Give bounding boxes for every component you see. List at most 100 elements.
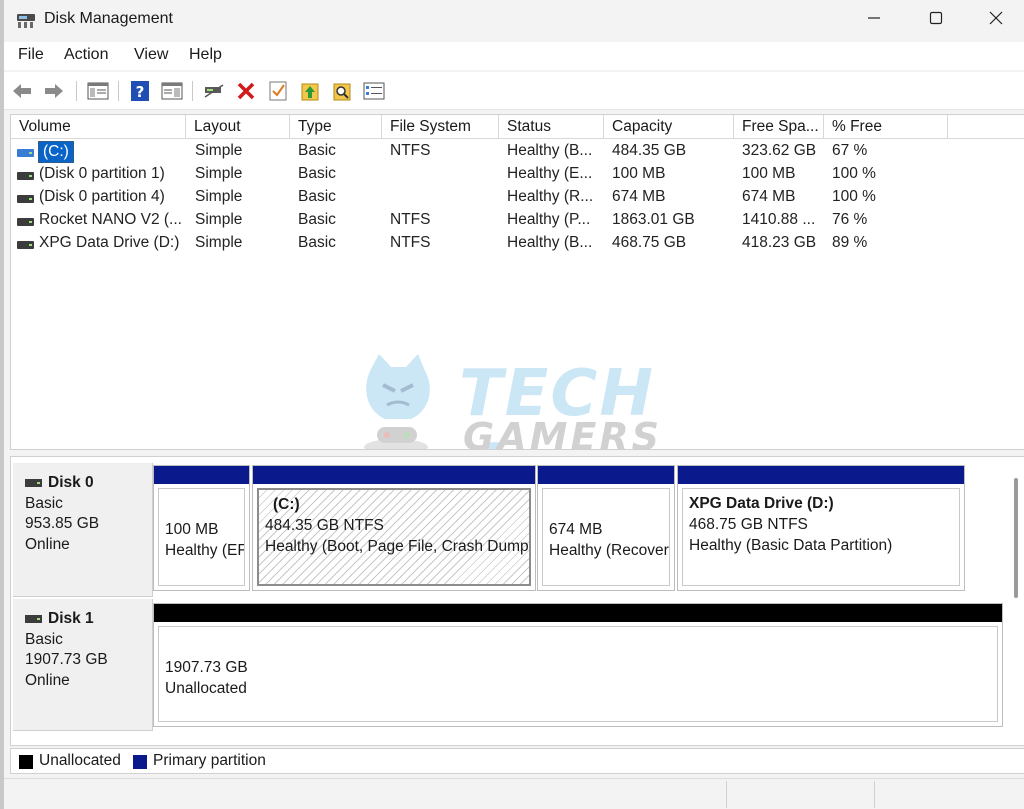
disk-1-name-row: Disk 1: [25, 609, 152, 630]
disk-0-name: Disk 0: [48, 474, 94, 491]
volume-type: Basic: [298, 234, 336, 251]
menu-help[interactable]: Help: [189, 46, 222, 64]
partition-size: 468.75 GB NTFS: [689, 516, 808, 533]
status-bar-divider: [874, 781, 875, 808]
toolbar-separator: [192, 81, 193, 101]
partition-body: 674 MB Healthy (Recovery Partition): [542, 488, 670, 586]
column-header-type[interactable]: Type: [290, 115, 382, 139]
toolbar-separator: [118, 81, 119, 101]
legend-swatch-unallocated: [19, 755, 33, 769]
volume-layout: Simple: [195, 142, 243, 159]
disk-layout-pane: Disk 0 Basic 953.85 GB Online 100 MB Hea…: [10, 456, 1024, 746]
column-header-capacity[interactable]: Capacity: [604, 115, 734, 139]
help-icon[interactable]: ?: [128, 79, 152, 103]
watermark-line2: GAMERS: [463, 415, 663, 450]
disk-0-label[interactable]: Disk 0 Basic 953.85 GB Online: [13, 463, 153, 597]
title-bar: Disk Management: [4, 0, 1024, 40]
column-header-percent-free[interactable]: % Free: [824, 115, 948, 139]
volume-row[interactable]: (Disk 0 partition 1) Simple Basic Health…: [11, 164, 1024, 187]
column-header-file-system[interactable]: File System: [382, 115, 499, 139]
volume-icon: [17, 195, 34, 203]
volume-icon: [17, 241, 34, 249]
disk-0-partition-c[interactable]: (C:) 484.35 GB NTFS Healthy (Boot, Page …: [252, 465, 536, 591]
partition-bar: [678, 466, 964, 484]
disk-1-unallocated[interactable]: 1907.73 GB Unallocated: [153, 603, 1003, 727]
volume-row[interactable]: (Disk 0 partition 4) Simple Basic Health…: [11, 187, 1024, 210]
partition-bar: [538, 466, 674, 484]
volume-type: Basic: [298, 211, 336, 228]
partition-status: Healthy (Recovery Partition): [549, 542, 670, 559]
volume-layout: Simple: [195, 211, 243, 228]
volume-row[interactable]: Rocket NANO V2 (... Simple Basic NTFS He…: [11, 210, 1024, 233]
partition-status: Healthy (EFI System Partition): [165, 542, 244, 559]
volume-status: Healthy (E...: [507, 165, 593, 182]
maximize-icon: [929, 11, 943, 29]
volume-layout: Simple: [195, 165, 243, 182]
partition-size: 1907.73 GB: [165, 659, 248, 676]
connect-icon[interactable]: [202, 79, 226, 103]
volume-status: Healthy (B...: [507, 142, 593, 159]
watermark-line1: TECH 4: [459, 357, 655, 449]
close-icon: [989, 11, 1003, 29]
volume-capacity: 468.75 GB: [612, 234, 687, 251]
disk-1-name: Disk 1: [48, 610, 94, 627]
search-icon[interactable]: [330, 79, 354, 103]
volume-row[interactable]: (C:) Simple Basic NTFS Healthy (B... 484…: [11, 141, 1024, 164]
partition-body: 100 MB Healthy (EFI System Partition): [158, 488, 245, 586]
volume-list-header: Volume Layout Type File System Status Ca…: [11, 115, 1024, 139]
partition-title: XPG Data Drive (D:): [689, 495, 834, 512]
disk-icon: [25, 479, 42, 488]
back-icon[interactable]: [10, 79, 34, 103]
volume-name: (C:): [38, 141, 74, 163]
volume-file-system: NTFS: [390, 234, 431, 251]
mascot-icon: [364, 354, 430, 449]
volume-layout: Simple: [195, 234, 243, 251]
minimize-button[interactable]: [844, 0, 904, 40]
volume-percent-free: 100 %: [832, 188, 876, 205]
toolbar: ?: [4, 72, 1024, 110]
partition-status: Healthy (Boot, Page File, Crash Dump, Ba…: [265, 538, 531, 555]
show-hide-console-tree-icon[interactable]: [86, 79, 110, 103]
close-button[interactable]: [966, 0, 1024, 40]
partition-bar: [154, 604, 1002, 622]
volume-free-space: 674 MB: [742, 188, 796, 205]
disk-0-partition-d[interactable]: XPG Data Drive (D:) 468.75 GB NTFS Healt…: [677, 465, 965, 591]
disk-0-size: 953.85 GB: [25, 515, 100, 532]
menu-view[interactable]: View: [134, 46, 168, 64]
delete-icon[interactable]: [234, 79, 258, 103]
volume-free-space: 323.62 GB: [742, 142, 817, 159]
minimize-icon: [867, 11, 881, 29]
volume-percent-free: 67 %: [832, 142, 868, 159]
list-icon[interactable]: [362, 79, 386, 103]
volume-percent-free: 89 %: [832, 234, 868, 251]
legend: Unallocated Primary partition: [10, 748, 1024, 774]
disk-1-label[interactable]: Disk 1 Basic 1907.73 GB Online: [13, 599, 153, 731]
partition-body: 1907.73 GB Unallocated: [158, 626, 998, 722]
volume-status: Healthy (B...: [507, 234, 593, 251]
volume-row[interactable]: XPG Data Drive (D:) Simple Basic NTFS He…: [11, 233, 1024, 256]
column-header-free-space[interactable]: Free Spa...: [734, 115, 824, 139]
column-header-status[interactable]: Status: [499, 115, 604, 139]
column-header-volume[interactable]: Volume: [11, 115, 186, 139]
disk-0-partition-1[interactable]: 100 MB Healthy (EFI System Partition): [153, 465, 250, 591]
forward-icon[interactable]: [42, 79, 66, 103]
volume-capacity: 484.35 GB: [612, 142, 687, 159]
disk-1-type: Basic: [25, 630, 63, 648]
volume-file-system: NTFS: [390, 211, 431, 228]
check-icon[interactable]: [266, 79, 290, 103]
volume-file-system: NTFS: [390, 142, 431, 159]
partition-body-selected: (C:) 484.35 GB NTFS Healthy (Boot, Page …: [257, 488, 531, 586]
disk-0-partition-4[interactable]: 674 MB Healthy (Recovery Partition): [537, 465, 675, 591]
window-title: Disk Management: [44, 10, 173, 27]
up-icon[interactable]: [298, 79, 322, 103]
volume-icon: [17, 149, 34, 157]
column-header-layout[interactable]: Layout: [186, 115, 290, 139]
menu-file[interactable]: File: [18, 46, 44, 64]
volume-icon: [17, 218, 34, 226]
menu-action[interactable]: Action: [64, 46, 108, 64]
maximize-button[interactable]: [906, 0, 966, 40]
disk-pane-scrollbar[interactable]: [1014, 478, 1018, 598]
volume-free-space: 100 MB: [742, 165, 796, 182]
volume-capacity: 100 MB: [612, 165, 666, 182]
properties-icon[interactable]: [160, 79, 184, 103]
